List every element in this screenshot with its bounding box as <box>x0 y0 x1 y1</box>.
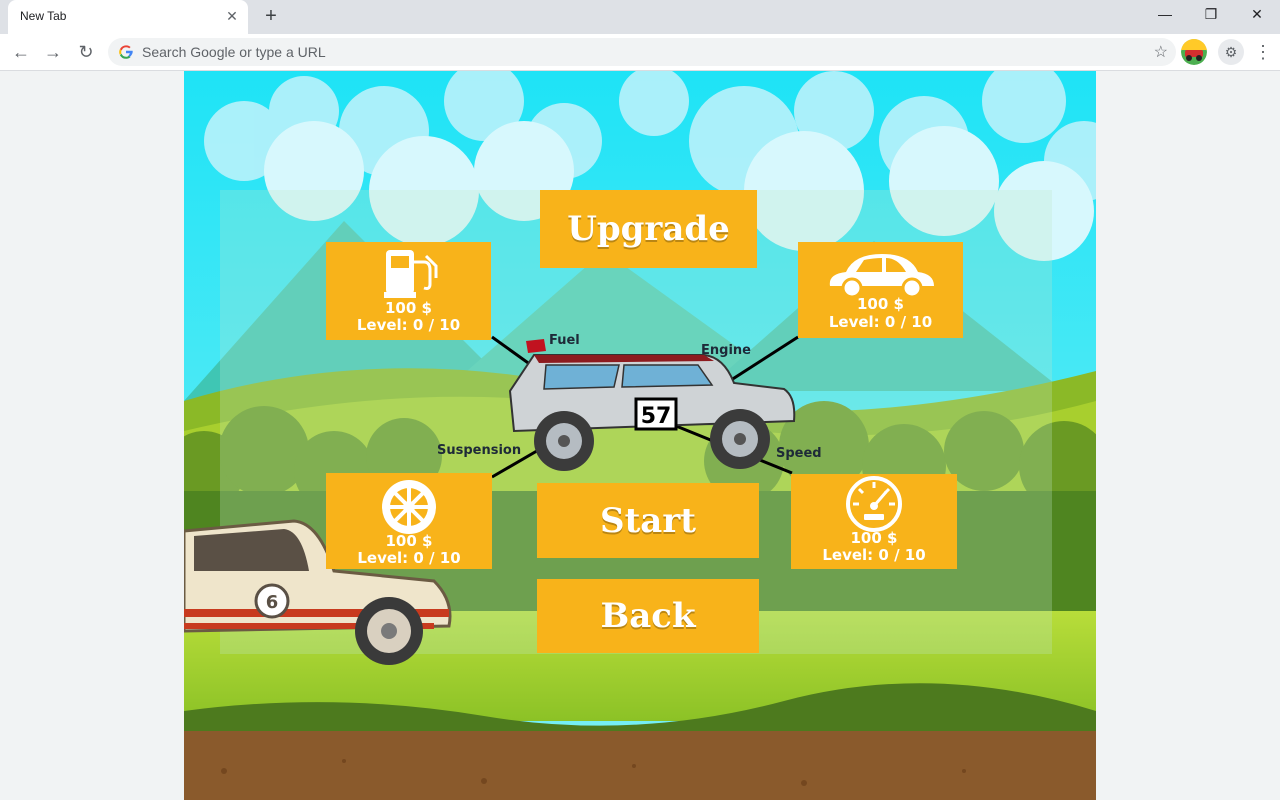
fuel-upgrade-button[interactable]: 100 $ Level: 0 / 10 <box>326 242 491 340</box>
forward-arrow-icon[interactable]: → <box>41 40 65 64</box>
close-window-icon[interactable]: ✕ <box>1242 6 1272 26</box>
fuel-price: 100 $ <box>385 299 432 317</box>
speed-price: 100 $ <box>850 529 898 547</box>
star-icon[interactable]: ☆ <box>1154 42 1168 62</box>
player-car-image: 57 <box>491 335 799 479</box>
start-button[interactable]: Start <box>537 483 759 558</box>
omnibox-placeholder: Search Google or type a URL <box>142 44 326 60</box>
browser-toolbar: ← → ↻ Search Google or type a URL ☆ ⚙ ⋮ <box>0 34 1280 71</box>
reload-icon[interactable]: ↻ <box>74 40 98 64</box>
tab-close-icon[interactable]: ✕ <box>224 8 240 24</box>
tab-strip: New Tab ✕ + — ❐ ✕ <box>0 0 1280 34</box>
puzzle-icon[interactable]: ⚙ <box>1218 39 1244 65</box>
car-number: 57 <box>641 404 672 429</box>
speed-label: Speed <box>776 446 822 461</box>
suspension-price: 100 $ <box>385 532 433 550</box>
active-tab[interactable]: New Tab ✕ <box>8 0 248 34</box>
wheel-icon <box>382 480 436 534</box>
restore-icon[interactable]: ❐ <box>1196 6 1226 26</box>
back-button[interactable]: Back <box>537 579 759 653</box>
fuel-label: Fuel <box>549 333 580 348</box>
suspension-level: Level: 0 / 10 <box>357 549 461 567</box>
new-tab-button[interactable]: + <box>260 5 282 27</box>
speed-upgrade-button[interactable]: 100 $ Level: 0 / 10 <box>791 474 957 569</box>
fuel-level: Level: 0 / 10 <box>356 316 461 334</box>
tab-title: New Tab <box>20 9 67 23</box>
google-icon <box>119 45 133 59</box>
fuel-pump-icon <box>384 250 438 298</box>
engine-price: 100 $ <box>857 295 904 313</box>
extension-avatar-icon[interactable] <box>1181 39 1207 65</box>
suspension-label: Suspension <box>437 443 522 458</box>
minimize-icon[interactable]: — <box>1150 6 1180 26</box>
game-canvas[interactable]: 6 57 Fuel Engine Suspension Speed Upgrad… <box>184 71 1096 800</box>
speedometer-icon <box>846 476 902 532</box>
speed-level: Level: 0 / 10 <box>822 546 926 564</box>
upgrade-title: Upgrade <box>540 190 757 268</box>
side-car-number: 6 <box>266 592 279 613</box>
engine-level: Level: 0 / 10 <box>828 313 933 331</box>
car-icon <box>829 254 934 298</box>
menu-icon[interactable]: ⋮ <box>1254 40 1272 64</box>
back-arrow-icon[interactable]: ← <box>9 40 33 64</box>
engine-upgrade-button[interactable]: 100 $ Level: 0 / 10 <box>798 242 963 338</box>
engine-label: Engine <box>701 343 751 358</box>
suspension-upgrade-button[interactable]: 100 $ Level: 0 / 10 <box>326 473 492 569</box>
address-bar[interactable]: Search Google or type a URL ☆ <box>108 38 1176 66</box>
